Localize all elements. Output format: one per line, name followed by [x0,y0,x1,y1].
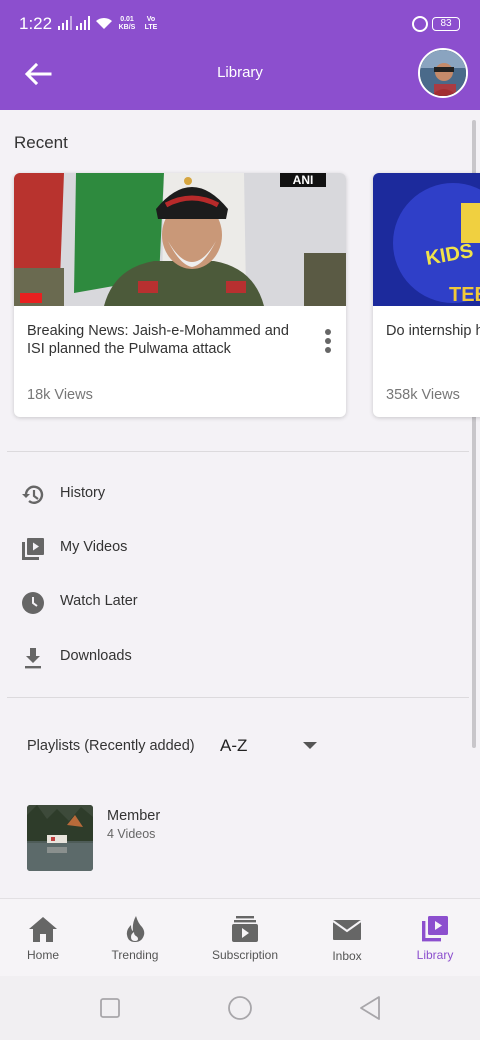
more-options-icon[interactable] [312,325,344,357]
menu-label: History [60,485,106,501]
playlist-thumbnail-image [27,805,93,871]
playlists-heading: Playlists (Recently added) [27,738,195,754]
video-thumbnail-image: ANI [14,173,346,306]
history-icon [22,485,44,504]
ani-watermark: ANI [293,173,314,187]
nav-label: Subscription [211,948,279,962]
playlist-thumbnail[interactable] [27,805,93,871]
nav-home[interactable]: Home [10,899,76,977]
rotation-lock-icon [412,16,428,32]
playlist-name[interactable]: Member [107,808,160,824]
status-bar: 1:22 0.01 KB/S Vo LTE 83 [0,0,480,48]
back-triangle-icon[interactable] [358,995,382,1021]
nav-subscription[interactable]: Subscription [200,899,290,977]
video-thumbnail-image: KIDS TEE [373,173,480,306]
flame-icon [126,916,145,942]
battery-indicator: 83 [432,17,460,31]
menu-label: My Videos [60,539,128,555]
subscriptions-icon [232,916,258,942]
video-card[interactable]: ANI Breaking News: Jaish-e-Mohammed and … [14,173,346,417]
bottom-navigation: Home Trending Subscription Inbox Library [0,898,480,976]
clock-icon [22,592,44,614]
mail-icon [332,920,362,940]
dropdown-arrow-icon[interactable] [303,742,317,749]
home-button-icon[interactable] [227,995,253,1021]
video-thumbnail[interactable]: ANI [14,173,346,306]
user-avatar-image [420,50,466,96]
video-views: 358k Views [386,387,460,403]
page-title: Library [217,64,263,81]
nav-trending[interactable]: Trending [100,899,170,977]
nav-library[interactable]: Library [406,899,464,977]
status-time: 1:22 [19,14,53,33]
sort-dropdown-value[interactable]: A-Z [220,736,247,756]
app-bar: 1:22 0.01 KB/S Vo LTE 83 Library [0,0,480,110]
avatar[interactable] [418,48,468,98]
video-library-icon [422,916,448,942]
volte-indicator: Vo LTE [144,16,158,31]
divider [7,451,469,452]
nav-label: Home [26,948,59,962]
system-navigation-bar [0,976,480,1040]
nav-inbox[interactable]: Inbox [318,899,376,977]
menu-label: Downloads [60,648,132,664]
signal-icon [76,16,90,30]
menu-item-watch-later[interactable]: Watch Later [14,580,454,624]
home-icon [29,917,57,942]
recent-apps-icon[interactable] [99,997,121,1019]
recent-heading: Recent [14,133,68,152]
menu-item-downloads[interactable]: Downloads [14,635,454,679]
menu-item-history[interactable]: History [14,472,454,516]
wifi-icon [96,17,112,29]
net-speed: 0.01 KB/S [118,16,136,31]
nav-label: Library [416,948,454,962]
divider [7,697,469,698]
video-thumbnail[interactable]: KIDS TEE [373,173,480,306]
menu-item-my-videos[interactable]: My Videos [14,526,454,570]
video-title[interactable]: Breaking News: Jaish-e-Mohammed and ISI … [27,322,297,358]
thumb-text: TEE [449,284,480,306]
video-library-icon [22,538,44,560]
video-views: 18k Views [27,387,93,403]
playlist-count: 4 Videos [107,827,156,841]
nav-label: Trending [111,948,159,962]
download-icon [25,648,41,669]
signal-icon [58,16,72,30]
nav-label: Inbox [332,949,362,963]
video-card[interactable]: KIDS TEE Do internship h 358k Views [373,173,480,417]
menu-label: Watch Later [60,593,138,609]
video-title[interactable]: Do internship h [386,322,480,340]
